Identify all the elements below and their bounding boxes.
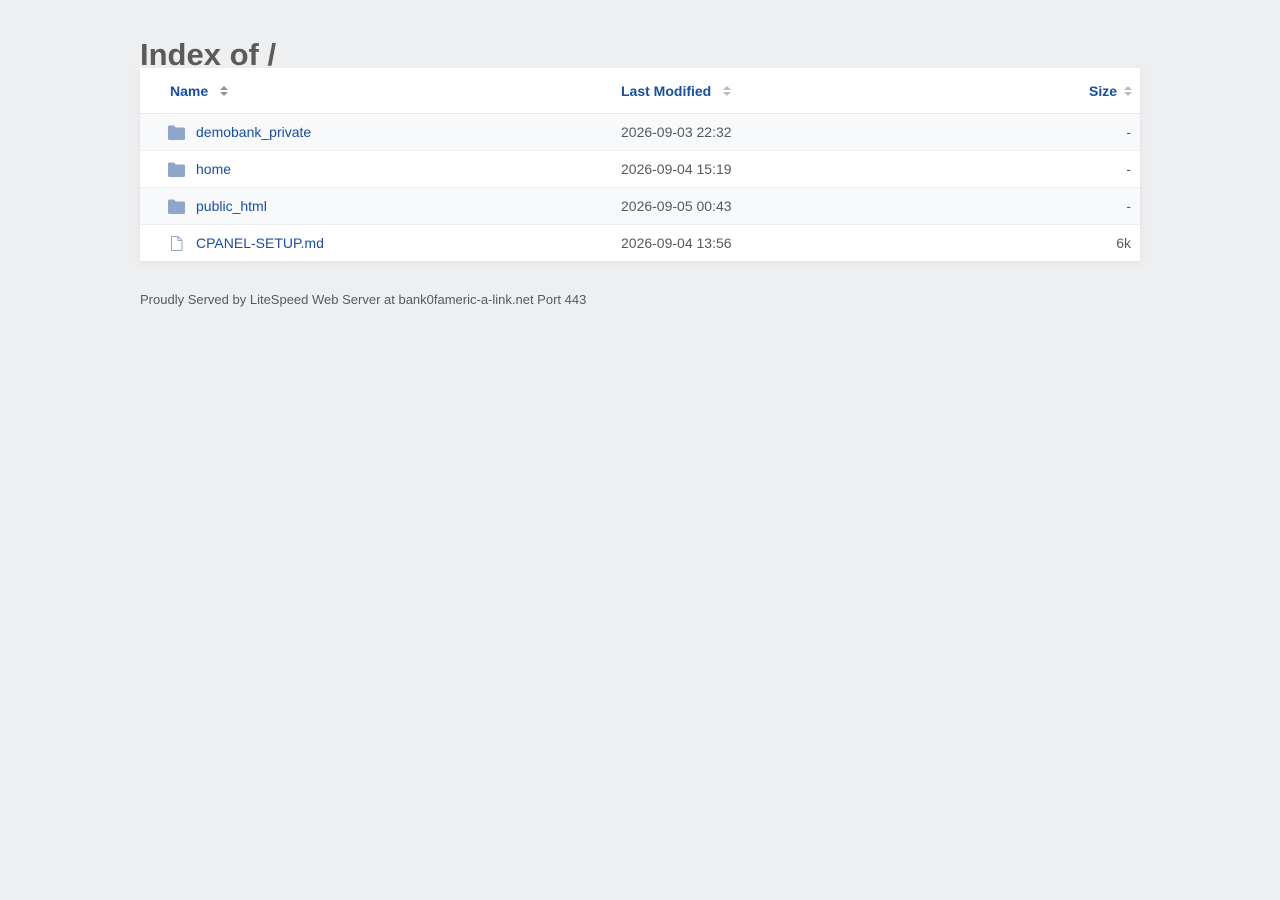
modified-header-label: Last Modified xyxy=(621,82,712,99)
modified-cell: 2026-09-04 13:56 xyxy=(621,235,732,251)
sort-icon xyxy=(1124,85,1132,96)
table-header: Name Last Modified Size xyxy=(140,68,1140,114)
size-header-label: Size xyxy=(1088,82,1117,99)
table-body: demobank_private 2026-09-03 22:32 - home… xyxy=(140,114,1140,261)
folder-link[interactable]: public_html xyxy=(196,198,267,214)
name-cell: CPANEL-SETUP.md xyxy=(168,225,324,261)
name-cell: public_html xyxy=(168,188,267,224)
modified-cell: 2026-09-04 15:19 xyxy=(621,161,732,177)
page-container: Index of / Name Last Modified Size demob… xyxy=(140,0,1140,307)
modified-cell: 2026-09-03 22:32 xyxy=(621,124,732,140)
sort-by-name-header[interactable]: Name xyxy=(170,68,229,113)
sort-icon xyxy=(723,85,732,96)
sort-by-size-header[interactable]: Size xyxy=(1089,68,1132,113)
name-cell: demobank_private xyxy=(168,114,311,150)
size-cell: - xyxy=(1126,198,1131,214)
page-title: Index of / xyxy=(140,37,277,72)
folder-link[interactable]: home xyxy=(196,161,231,177)
folder-icon xyxy=(168,162,185,177)
name-header-label: Name xyxy=(170,82,209,99)
size-cell: 6k xyxy=(1116,235,1131,251)
sort-icon xyxy=(220,85,229,96)
name-cell: home xyxy=(168,151,231,187)
server-signature: Proudly Served by LiteSpeed Web Server a… xyxy=(140,292,587,307)
table-row: home 2026-09-04 15:19 - xyxy=(140,151,1140,188)
folder-icon xyxy=(168,125,185,140)
file-listing-table: Name Last Modified Size demobank_private xyxy=(140,68,1140,261)
table-row: CPANEL-SETUP.md 2026-09-04 13:56 6k xyxy=(140,225,1140,261)
size-cell: - xyxy=(1126,161,1131,177)
file-icon xyxy=(171,235,183,251)
table-row: public_html 2026-09-05 00:43 - xyxy=(140,188,1140,225)
folder-link[interactable]: demobank_private xyxy=(196,124,311,140)
folder-icon xyxy=(168,199,185,214)
modified-cell: 2026-09-05 00:43 xyxy=(621,198,732,214)
size-cell: - xyxy=(1126,124,1131,140)
sort-by-modified-header[interactable]: Last Modified xyxy=(621,68,732,113)
file-link[interactable]: CPANEL-SETUP.md xyxy=(196,235,324,251)
table-row: demobank_private 2026-09-03 22:32 - xyxy=(140,114,1140,151)
